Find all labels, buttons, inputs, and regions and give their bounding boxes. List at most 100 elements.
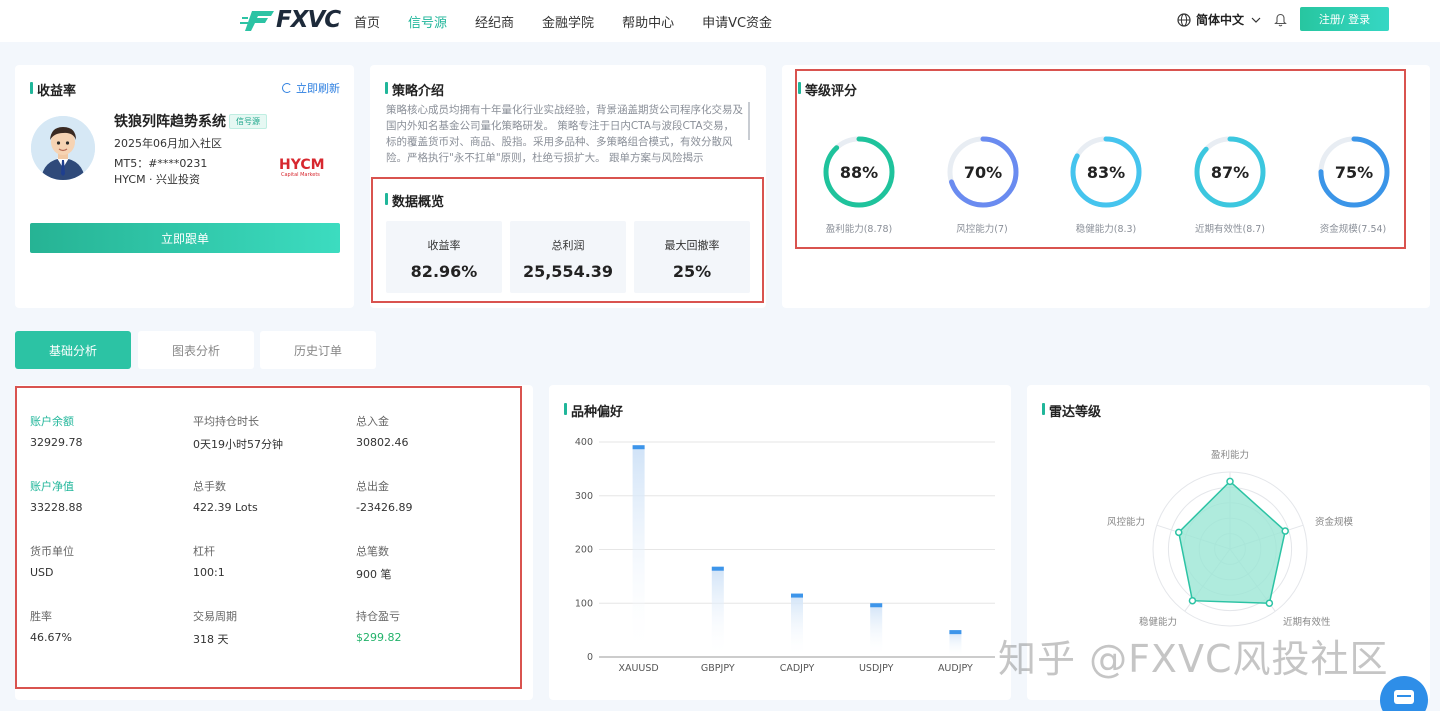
profile-title: 收益率 — [30, 80, 76, 99]
metric-value: USD — [30, 566, 54, 579]
bar-shadow — [711, 566, 724, 657]
joined-date: 2025年06月加入社区 — [114, 137, 222, 150]
metric-value: 318 天 — [193, 633, 229, 646]
bar[interactable] — [949, 630, 962, 635]
metric-label: 总手数 — [193, 480, 226, 493]
radar-title: 雷达等级 — [1042, 401, 1101, 420]
metric-value: 900 笔 — [356, 568, 392, 581]
stat-drawdown-value: 25% — [672, 262, 712, 281]
grades-title: 等级评分 — [798, 80, 857, 99]
metric-value: 33228.88 — [30, 501, 83, 514]
bell-icon[interactable] — [1274, 13, 1287, 27]
y-tick-label: 100 — [575, 598, 593, 609]
broker-logo-subtext: Capital Markets — [281, 172, 320, 178]
radar-axis-label: 资金规模 — [1315, 516, 1354, 528]
radar-point[interactable] — [1188, 596, 1197, 605]
stat-profit: 总利润 25,554.39 — [510, 221, 626, 293]
broker-logo-text: HYCM — [279, 157, 325, 173]
tab-chart-analysis[interactable]: 图表分析 — [138, 331, 254, 369]
metric-value: -23426.89 — [356, 501, 413, 514]
metric-value: 32929.78 — [30, 436, 83, 449]
chevron-down-icon — [1251, 17, 1261, 23]
bar-shadow — [632, 445, 645, 657]
radar-area — [1177, 480, 1287, 604]
symbol-preference-chart: 0 100 200 300 400 XAUUSD GBPJPY CADJPY USDJPY AUD… — [575, 437, 995, 674]
register-login-button[interactable]: 注册/ 登录 — [1300, 7, 1389, 31]
bar[interactable] — [870, 603, 883, 608]
radar-point[interactable] — [1226, 477, 1234, 486]
account-number: MT5：#****0231 — [114, 157, 208, 170]
metric-label: 胜率 — [30, 610, 52, 623]
tab-order-history[interactable]: 历史订单 — [260, 331, 376, 369]
radar-axis-label: 近期有效性 — [1283, 616, 1331, 628]
radar-point[interactable] — [1281, 527, 1289, 535]
gauge-label-2: 稳健能力(8.3) — [1075, 224, 1137, 235]
y-tick-label: 200 — [575, 545, 593, 556]
broker-name: HYCM · 兴业投资 — [114, 173, 201, 186]
top-header: FXVC 首页 信号源 经纪商 金融学院 帮助中心 申请VC资金 简体中文 注册… — [0, 0, 1440, 42]
bar-shadow — [791, 593, 803, 657]
metric-label: 总出金 — [356, 480, 389, 493]
nav-signals[interactable]: 信号源 — [408, 12, 447, 31]
language-selector[interactable]: 简体中文 — [1177, 11, 1262, 28]
refresh-label: 立即刷新 — [296, 82, 340, 95]
follow-button[interactable]: 立即跟单 — [30, 223, 340, 253]
metric-label: 账户净值 — [30, 480, 74, 493]
nav-home[interactable]: 首页 — [354, 12, 380, 31]
overview-title: 数据概览 — [385, 191, 444, 210]
gauge-percent: 75% — [1335, 163, 1373, 182]
gauge-percent: 70% — [964, 163, 1002, 182]
strategy-name: 铁狼列阵趋势系统 — [114, 114, 226, 130]
main-nav: 首页 信号源 经纪商 金融学院 帮助中心 申请VC资金 — [354, 0, 800, 42]
gauge-percent: 83% — [1087, 163, 1125, 182]
metric-label: 持仓盈亏 — [356, 610, 400, 623]
bar-shadow — [870, 603, 883, 657]
x-tick-label: USDJPY — [859, 663, 894, 674]
radar-point[interactable] — [1265, 599, 1274, 607]
metric-label: 总入金 — [356, 415, 389, 428]
gauge-label-0: 盈利能力(8.78) — [825, 224, 893, 235]
tab-basic-analysis[interactable]: 基础分析 — [15, 331, 131, 369]
metric-label: 账户余额 — [30, 415, 74, 428]
bar[interactable] — [632, 445, 645, 450]
x-tick-label: XAUUSD — [618, 663, 658, 674]
chat-icon — [1394, 690, 1414, 704]
metric-value: 100:1 — [193, 566, 225, 579]
strategy-scrollbar[interactable] — [748, 102, 750, 140]
stat-profit-value: 25,554.39 — [522, 262, 614, 281]
gauge-label-1: 风控能力(7) — [956, 224, 1008, 235]
signal-badge: 信号源 — [229, 114, 267, 129]
y-tick-label: 400 — [575, 437, 593, 448]
x-tick-label: CADJPY — [780, 663, 815, 674]
fxvc-logo[interactable]: FXVC — [240, 6, 341, 34]
metric-value: 30802.46 — [356, 436, 409, 449]
stat-drawdown: 最大回撤率 25% — [634, 221, 750, 293]
grade-gauge-0: 88% — [823, 136, 895, 208]
bar-shadow — [949, 630, 962, 657]
metric-value: $299.82 — [356, 631, 402, 644]
nav-help[interactable]: 帮助中心 — [622, 12, 674, 31]
strategy-title: 策略介绍 — [385, 80, 444, 99]
symbol-preference-title: 品种偏好 — [564, 401, 623, 420]
grade-gauge-3: 87% — [1194, 136, 1266, 208]
y-tick-label: 0 — [587, 652, 593, 663]
nav-academy[interactable]: 金融学院 — [542, 12, 594, 31]
basic-analysis-highlight — [15, 386, 522, 689]
grade-gauge-1: 70% — [947, 136, 1019, 208]
gauge-percent: 88% — [840, 163, 878, 182]
bar[interactable] — [711, 566, 724, 571]
radar-point[interactable] — [1174, 528, 1183, 537]
globe-icon — [1177, 12, 1191, 27]
radar-axis-label: 风控能力 — [1107, 516, 1145, 528]
stat-return-label: 收益率 — [427, 239, 461, 252]
chat-button[interactable] — [1380, 676, 1428, 711]
nav-apply-vc[interactable]: 申请VC资金 — [702, 12, 772, 31]
bar[interactable] — [791, 593, 803, 598]
grade-gauge-2: 83% — [1070, 136, 1142, 208]
refresh-button[interactable]: 立即刷新 — [282, 80, 340, 96]
nav-brokers[interactable]: 经纪商 — [475, 12, 514, 31]
stat-profit-label: 总利润 — [551, 239, 585, 252]
metric-label: 杠杆 — [193, 545, 215, 558]
stat-return: 收益率 82.96% — [386, 221, 502, 293]
stat-return-value: 82.96% — [410, 262, 478, 281]
